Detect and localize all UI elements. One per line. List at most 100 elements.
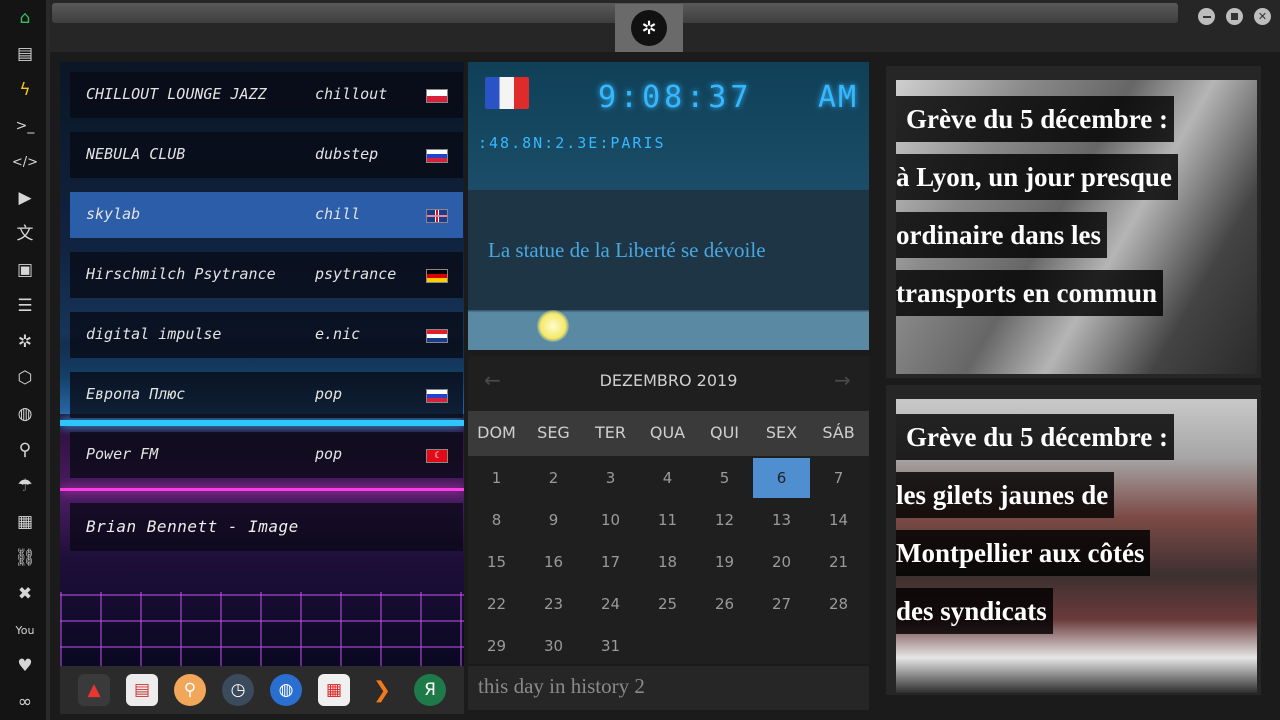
heart-icon[interactable]: ♥ bbox=[11, 652, 39, 680]
next-month-button[interactable]: → bbox=[834, 368, 851, 392]
arrow-icon[interactable]: ❯ bbox=[366, 674, 398, 706]
news-headline-line: des syndicats bbox=[896, 588, 1053, 634]
croatia-flag-icon bbox=[426, 329, 448, 343]
calendar-day[interactable]: 30 bbox=[525, 626, 582, 666]
radio-panel: CHILLOUT LOUNGE JAZZ chillout NEBULA CLU… bbox=[60, 62, 464, 666]
station-name: Power FM bbox=[86, 445, 159, 463]
station-item-selected[interactable]: skylab chill bbox=[70, 192, 463, 238]
now-playing-title: Brian Bennett - Image bbox=[86, 517, 299, 536]
clock-time: 9:08:37 bbox=[598, 80, 753, 115]
calendar-day[interactable]: 19 bbox=[696, 542, 753, 582]
translate-icon[interactable]: 文 bbox=[11, 220, 39, 248]
weekday-row: DOM SEG TER QUA QUI SEX SÁB bbox=[468, 411, 869, 456]
station-genre: dubstep bbox=[315, 145, 379, 163]
calendar-day[interactable]: 10 bbox=[582, 500, 639, 540]
station-genre: pop bbox=[315, 445, 343, 463]
globe-icon[interactable]: ◍ bbox=[270, 674, 302, 706]
news-headline-line: Grève du 5 décembre : bbox=[896, 96, 1174, 142]
document-icon[interactable]: ▤ bbox=[11, 40, 39, 68]
calendar-day[interactable]: 4 bbox=[639, 458, 696, 498]
calendar-month: DEZEMBRO 2019 bbox=[599, 371, 738, 390]
weekday-label: SÁB bbox=[822, 423, 855, 442]
calendar-day[interactable]: 26 bbox=[696, 584, 753, 624]
tools-icon[interactable]: ✖ bbox=[11, 580, 39, 608]
calendar-icon[interactable]: ▦ bbox=[318, 674, 350, 706]
calendar-news-icon[interactable]: ▤ bbox=[126, 674, 158, 706]
calendar-day[interactable]: 20 bbox=[753, 542, 810, 582]
calendar-day[interactable]: 18 bbox=[639, 542, 696, 582]
image-icon[interactable]: ▣ bbox=[11, 256, 39, 284]
station-item[interactable]: digital impulse e.nic bbox=[70, 312, 463, 358]
clock-icon[interactable]: ◷ bbox=[222, 674, 254, 706]
yandex-icon[interactable]: Я bbox=[414, 674, 446, 706]
clock-coordinates: :48.8N:2.3E:PARIS bbox=[478, 134, 666, 152]
calendar-day[interactable]: 29 bbox=[468, 626, 525, 666]
calendar-day[interactable]: 23 bbox=[525, 584, 582, 624]
neon-line bbox=[60, 420, 464, 426]
hexagon-icon[interactable]: ⬡ bbox=[11, 364, 39, 392]
station-item[interactable]: Power FM pop ☾ bbox=[70, 432, 463, 478]
calendar-day[interactable]: 1 bbox=[468, 458, 525, 498]
station-item[interactable]: Hirschmilch Psytrance psytrance bbox=[70, 252, 463, 298]
umbrella-icon[interactable]: ☂ bbox=[11, 472, 39, 500]
calendar-day[interactable]: 7 bbox=[810, 458, 867, 498]
calendar-day[interactable]: 5 bbox=[696, 458, 753, 498]
app-launcher-icon[interactable]: ▲ bbox=[78, 674, 110, 706]
maximize-button[interactable] bbox=[1226, 8, 1243, 25]
lightning-icon[interactable]: ϟ bbox=[11, 76, 39, 104]
calendar-day[interactable]: 25 bbox=[639, 584, 696, 624]
russia-flag-icon bbox=[426, 149, 448, 163]
france-flag-icon bbox=[485, 77, 529, 109]
search-icon[interactable]: ⚲ bbox=[11, 436, 39, 464]
calendar-day[interactable]: 14 bbox=[810, 500, 867, 540]
station-genre: pop bbox=[315, 385, 343, 403]
calendar-day[interactable]: 22 bbox=[468, 584, 525, 624]
calendar-day[interactable]: 31 bbox=[582, 626, 639, 666]
calendar-day[interactable]: 16 bbox=[525, 542, 582, 582]
calendar-day[interactable]: 21 bbox=[810, 542, 867, 582]
calendar-day[interactable]: 8 bbox=[468, 500, 525, 540]
station-item[interactable]: NEBULA CLUB dubstep bbox=[70, 132, 463, 178]
calendar-day[interactable]: 28 bbox=[810, 584, 867, 624]
link-icon[interactable]: ⛓ bbox=[11, 544, 39, 572]
news-icon[interactable]: ☰ bbox=[11, 292, 39, 320]
contacts-icon[interactable]: ▦ bbox=[11, 508, 39, 536]
calendar-day[interactable]: 17 bbox=[582, 542, 639, 582]
globe-icon[interactable]: ◍ bbox=[11, 400, 39, 428]
calendar-day[interactable]: 2 bbox=[525, 458, 582, 498]
code-icon[interactable]: </> bbox=[11, 148, 39, 176]
calendar-day[interactable]: 3 bbox=[582, 458, 639, 498]
sidebar: ⌂ ▤ ϟ >_ </> ▶ 文 ▣ ☰ ✲ ⬡ ◍ ⚲ ☂ ▦ ⛓ ✖ You… bbox=[0, 0, 50, 720]
home-icon[interactable]: ⌂ bbox=[11, 4, 39, 32]
station-name: NEBULA CLUB bbox=[86, 145, 186, 163]
history-bar[interactable]: this day in history 2 bbox=[468, 666, 869, 710]
calendar-day[interactable]: 11 bbox=[639, 500, 696, 540]
youtube-icon[interactable]: You bbox=[11, 616, 39, 644]
calendar-day[interactable]: 15 bbox=[468, 542, 525, 582]
minimize-button[interactable] bbox=[1198, 8, 1215, 25]
rebel-icon[interactable]: ✲ bbox=[11, 328, 39, 356]
weekday-label: SEG bbox=[537, 423, 570, 442]
calendar-day[interactable]: 24 bbox=[582, 584, 639, 624]
calendar-day-today[interactable]: 6 bbox=[753, 458, 810, 498]
play-icon[interactable]: ▶ bbox=[11, 184, 39, 212]
russia-flag-icon bbox=[426, 389, 448, 403]
history-label: this day in history 2 bbox=[478, 674, 645, 698]
search-icon[interactable]: ⚲ bbox=[174, 674, 206, 706]
station-item[interactable]: Европа Плюс pop bbox=[70, 372, 463, 418]
close-button[interactable]: ✕ bbox=[1254, 8, 1271, 25]
station-genre: chill bbox=[315, 205, 361, 223]
news-card[interactable]: Grève du 5 décembre : à Lyon, un jour pr… bbox=[886, 66, 1261, 378]
calendar-day[interactable]: 13 bbox=[753, 500, 810, 540]
station-name: Hirschmilch Psytrance bbox=[86, 265, 276, 283]
terminal-icon[interactable]: >_ bbox=[11, 112, 39, 140]
calendar-day[interactable]: 27 bbox=[753, 584, 810, 624]
infinity-icon[interactable]: ∞ bbox=[11, 688, 39, 716]
station-item[interactable]: CHILLOUT LOUNGE JAZZ chillout bbox=[70, 72, 463, 118]
news-headline-line: Montpellier aux côtés bbox=[896, 530, 1151, 576]
rebel-logo-icon: ✲ bbox=[631, 10, 667, 46]
calendar-day[interactable]: 9 bbox=[525, 500, 582, 540]
calendar-day[interactable]: 12 bbox=[696, 500, 753, 540]
news-card[interactable]: Grève du 5 décembre : les gilets jaunes … bbox=[886, 385, 1261, 695]
station-genre: chillout bbox=[315, 85, 388, 103]
